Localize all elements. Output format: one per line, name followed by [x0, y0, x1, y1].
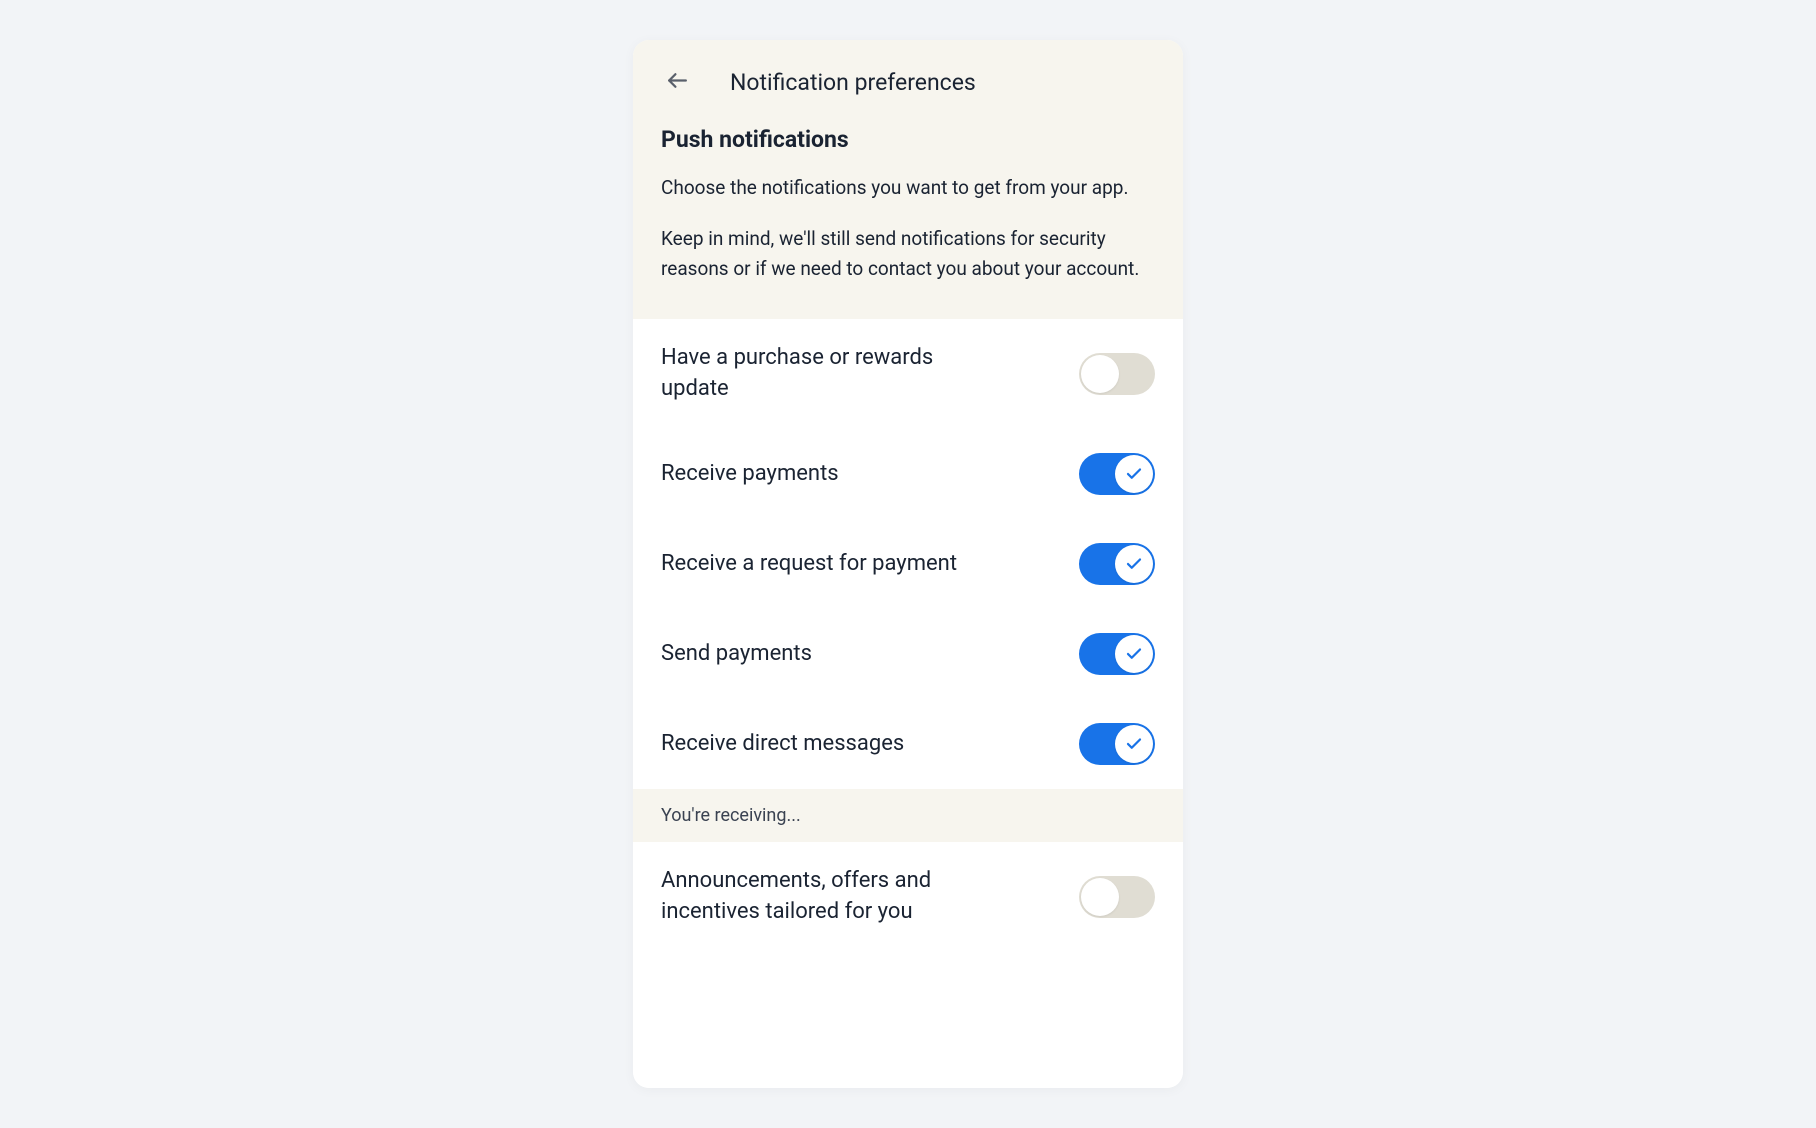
check-icon: [1125, 555, 1143, 573]
description-1: Choose the notifications you want to get…: [661, 173, 1155, 202]
phone-frame: Notification preferences Push notificati…: [633, 40, 1183, 1088]
toggle-switch[interactable]: [1079, 543, 1155, 585]
toggle-row: Receive a request for payment: [633, 519, 1183, 609]
toggle-switch[interactable]: [1079, 353, 1155, 395]
subheader: You're receiving...: [633, 789, 1183, 842]
toggle-switch[interactable]: [1079, 723, 1155, 765]
toggle-knob: [1115, 545, 1153, 583]
toggle-knob: [1081, 355, 1119, 393]
toggle-knob: [1115, 635, 1153, 673]
toggle-row: Receive direct messages: [633, 699, 1183, 789]
toggle-row: Send payments: [633, 609, 1183, 699]
section-title: Push notifications: [661, 126, 1155, 153]
check-icon: [1125, 465, 1143, 483]
header-section: Notification preferences Push notificati…: [633, 40, 1183, 319]
toggle-label: Have a purchase or rewards update: [661, 343, 981, 405]
toggle-knob: [1081, 878, 1119, 916]
toggle-switch[interactable]: [1079, 633, 1155, 675]
page-title: Notification preferences: [730, 69, 976, 96]
toggle-list: Have a purchase or rewards update Receive…: [633, 319, 1183, 1088]
toggle-switch[interactable]: [1079, 453, 1155, 495]
toggle-knob: [1115, 725, 1153, 763]
back-button[interactable]: [661, 64, 694, 100]
toggle-label: Receive payments: [661, 459, 839, 490]
arrow-left-icon: [665, 68, 690, 96]
description-2: Keep in mind, we'll still send notificat…: [661, 224, 1155, 283]
header-bar: Notification preferences: [661, 64, 1155, 100]
toggle-row: Announcements, offers and incentives tai…: [633, 842, 1183, 952]
check-icon: [1125, 735, 1143, 753]
toggle-knob: [1115, 455, 1153, 493]
toggle-label: Announcements, offers and incentives tai…: [661, 866, 981, 928]
toggle-label: Send payments: [661, 639, 812, 670]
toggle-row: Have a purchase or rewards update: [633, 319, 1183, 429]
toggle-switch[interactable]: [1079, 876, 1155, 918]
toggle-row: Receive payments: [633, 429, 1183, 519]
toggle-label: Receive direct messages: [661, 729, 904, 760]
toggle-label: Receive a request for payment: [661, 549, 957, 580]
check-icon: [1125, 645, 1143, 663]
